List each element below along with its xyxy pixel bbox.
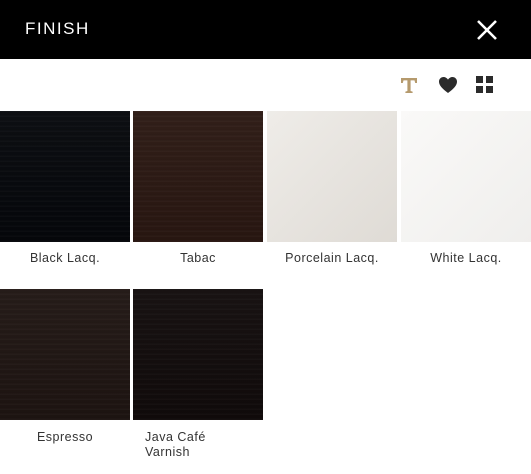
favorites-button[interactable]: [437, 74, 459, 96]
finish-label: Espresso: [36, 430, 94, 444]
finish-swatch-tabac[interactable]: [133, 111, 263, 242]
finish-label: Black Lacq.: [29, 251, 101, 265]
text-icon: [401, 78, 417, 93]
finish-label: Tabac: [180, 251, 216, 265]
finish-swatch-black-lacq[interactable]: [0, 111, 130, 242]
finish-label: Java Café Varnish: [145, 430, 206, 459]
finish-swatch-espresso[interactable]: [0, 289, 130, 420]
finish-swatch-java-cafe-varnish[interactable]: [133, 289, 263, 420]
text-view-button[interactable]: [398, 74, 420, 96]
header-bar: FINISH: [0, 0, 531, 59]
heart-icon: [439, 77, 457, 93]
grid-view-icon: [476, 76, 493, 93]
grid-view-button[interactable]: [474, 74, 496, 96]
close-icon: [477, 20, 497, 40]
finish-swatch-porcelain-lacq[interactable]: [267, 111, 397, 242]
panel-title: FINISH: [25, 19, 90, 38]
close-button[interactable]: [474, 17, 500, 43]
finish-label: Porcelain Lacq.: [285, 251, 379, 265]
finish-swatch-white-lacq[interactable]: [401, 111, 531, 242]
finish-label: White Lacq.: [430, 251, 502, 265]
